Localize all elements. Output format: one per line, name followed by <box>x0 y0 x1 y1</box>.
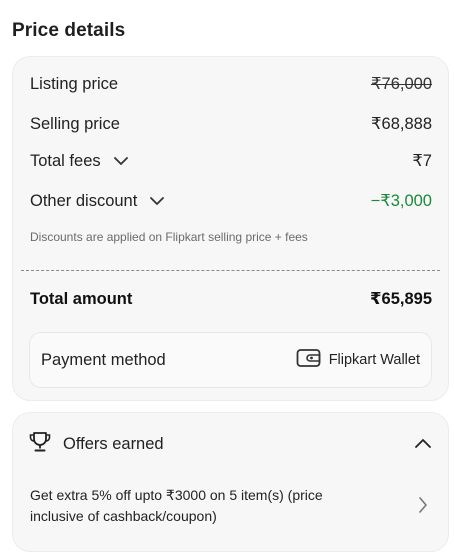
total-amount-label: Total amount <box>30 289 133 308</box>
offers-title: Offers earned <box>63 435 164 453</box>
payment-method-box[interactable]: Payment method Flipkart Wallet <box>29 332 432 388</box>
payment-method-label: Payment method <box>41 350 166 369</box>
other-discount-label: Other discount <box>30 191 138 210</box>
total-amount-row: Total amount ₹65,895 <box>30 289 432 309</box>
listing-price-row: Listing price ₹76,000 <box>30 74 432 94</box>
divider <box>21 270 440 271</box>
chevron-up-icon[interactable] <box>414 436 432 454</box>
offer-text[interactable]: Get extra 5% off upto ₹3000 on 5 item(s)… <box>30 485 370 527</box>
offers-card: Offers earned Get extra 5% off upto ₹300… <box>12 412 449 552</box>
wallet-icon <box>296 348 329 372</box>
total-fees-row[interactable]: Total fees ₹7 <box>30 151 432 171</box>
listing-price-value: ₹76,000 <box>371 75 432 93</box>
chevron-right-icon[interactable] <box>418 496 428 519</box>
trophy-icon <box>28 431 63 458</box>
price-details-card: Listing price ₹76,000 Selling price ₹68,… <box>12 56 449 401</box>
total-fees-value: ₹7 <box>412 152 432 170</box>
total-fees-label: Total fees <box>30 151 101 170</box>
selling-price-row: Selling price ₹68,888 <box>30 114 432 134</box>
selling-price-label: Selling price <box>30 114 120 133</box>
offers-header[interactable]: Offers earned <box>28 431 432 458</box>
total-amount-value: ₹65,895 <box>370 290 432 308</box>
other-discount-value: −₹3,000 <box>370 192 432 210</box>
selling-price-value: ₹68,888 <box>371 115 432 133</box>
other-discount-row[interactable]: Other discount −₹3,000 <box>30 191 432 211</box>
listing-price-label: Listing price <box>30 74 119 93</box>
chevron-down-icon[interactable] <box>113 156 129 166</box>
chevron-down-icon[interactable] <box>149 196 165 206</box>
discount-note: Discounts are applied on Flipkart sellin… <box>30 230 308 244</box>
page-title: Price details <box>12 20 126 41</box>
payment-method-value: Flipkart Wallet <box>328 352 420 368</box>
